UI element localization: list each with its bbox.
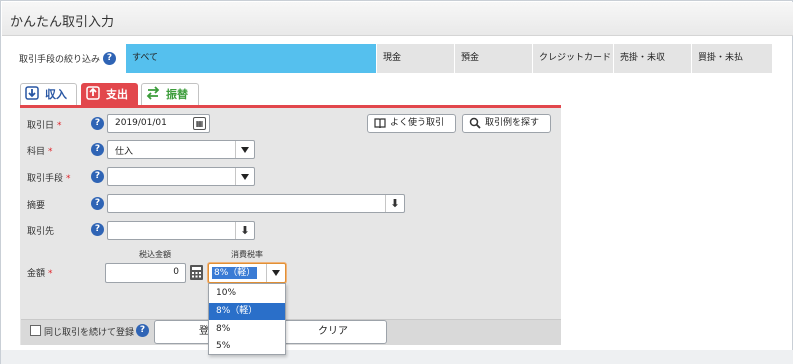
expense-arrow-icon <box>86 86 100 100</box>
tab-expense-label: 支出 <box>106 88 128 101</box>
frequent-transactions-button[interactable]: よく使う取引 <box>367 114 456 133</box>
tax-rate-column-header: 消費税率 <box>231 250 263 259</box>
calculator-icon[interactable] <box>190 265 203 280</box>
method-label: 取引手段 * <box>27 174 71 184</box>
title-bar: かんたん取引入力 <box>2 2 793 36</box>
app-window: かんたん取引入力 取引手段の絞り込み ? すべて 現金 預金 クレジットカード … <box>0 0 793 364</box>
clear-button[interactable]: クリア <box>279 320 387 344</box>
calendar-icon[interactable]: ▦ <box>193 117 206 130</box>
filter-segment-credit-card[interactable]: クレジットカード <box>533 44 613 73</box>
filter-segment-payable[interactable]: 買掛・未払 <box>692 44 772 73</box>
partner-help-icon[interactable]: ? <box>91 223 104 236</box>
method-help-icon[interactable]: ? <box>91 170 104 183</box>
filter-segment-receivable[interactable]: 売掛・未収 <box>614 44 691 73</box>
chevron-down-icon <box>266 264 285 282</box>
calculator-glyph <box>192 267 201 278</box>
book-icon <box>374 118 386 129</box>
tax-rate-select[interactable]: 8%（軽） <box>208 263 286 283</box>
help-icon[interactable]: ? <box>103 52 116 65</box>
download-arrow-icon[interactable]: ⬇ <box>235 222 254 239</box>
memo-label: 摘要 <box>27 201 46 211</box>
filter-segment-bank[interactable]: 預金 <box>455 44 532 73</box>
partner-input[interactable]: ⬇ <box>107 221 255 240</box>
amount-input[interactable]: 0 <box>105 263 186 283</box>
continue-registration-checkbox[interactable] <box>30 325 41 336</box>
continue-registration-label: 同じ取引を続けて登録 <box>44 328 135 338</box>
tax-rate-dropdown: 10% 8%（軽） 8% 5% <box>208 283 286 355</box>
filter-label: 取引手段の絞り込み <box>19 55 101 65</box>
transfer-arrows-icon <box>146 86 160 100</box>
filter-segment-cash[interactable]: 現金 <box>377 44 454 73</box>
amount-label: 金額 * <box>27 269 53 279</box>
tab-transfer-label: 振替 <box>166 88 188 101</box>
continue-help-icon[interactable]: ? <box>136 324 149 337</box>
tax-option-10[interactable]: 10% <box>209 285 285 302</box>
partner-label: 取引先 <box>27 227 55 237</box>
income-arrow-icon <box>25 86 39 100</box>
date-label: 取引日 * <box>27 121 62 131</box>
payment-method-select[interactable] <box>107 167 255 186</box>
tax-option-5[interactable]: 5% <box>209 338 285 355</box>
date-help-icon[interactable]: ? <box>91 117 104 130</box>
page-title: かんたん取引入力 <box>10 15 115 30</box>
tax-option-8-reduced[interactable]: 8%（軽） <box>209 303 285 320</box>
chevron-down-icon <box>235 168 254 185</box>
amount-column-header: 税込金額 <box>139 250 171 259</box>
bottom-bar <box>1 350 793 364</box>
tab-transfer[interactable]: 振替 <box>141 83 199 105</box>
account-select[interactable]: 仕入 <box>107 140 255 159</box>
download-arrow-icon[interactable]: ⬇ <box>385 195 404 212</box>
tab-income[interactable]: 収入 <box>20 83 77 105</box>
account-label: 科目 * <box>27 147 53 157</box>
memo-input[interactable]: ⬇ <box>107 194 405 213</box>
tax-option-8[interactable]: 8% <box>209 321 285 338</box>
search-icon <box>469 117 481 129</box>
chevron-down-icon <box>235 141 254 158</box>
filter-segment-all[interactable]: すべて <box>126 44 376 73</box>
account-help-icon[interactable]: ? <box>91 143 104 156</box>
memo-help-icon[interactable]: ? <box>91 197 104 210</box>
date-input[interactable]: 2019/01/01 ▦ <box>107 114 210 133</box>
search-examples-button[interactable]: 取引例を探す <box>462 114 551 133</box>
tab-income-label: 収入 <box>45 88 67 101</box>
tab-expense[interactable]: 支出 <box>81 83 138 105</box>
